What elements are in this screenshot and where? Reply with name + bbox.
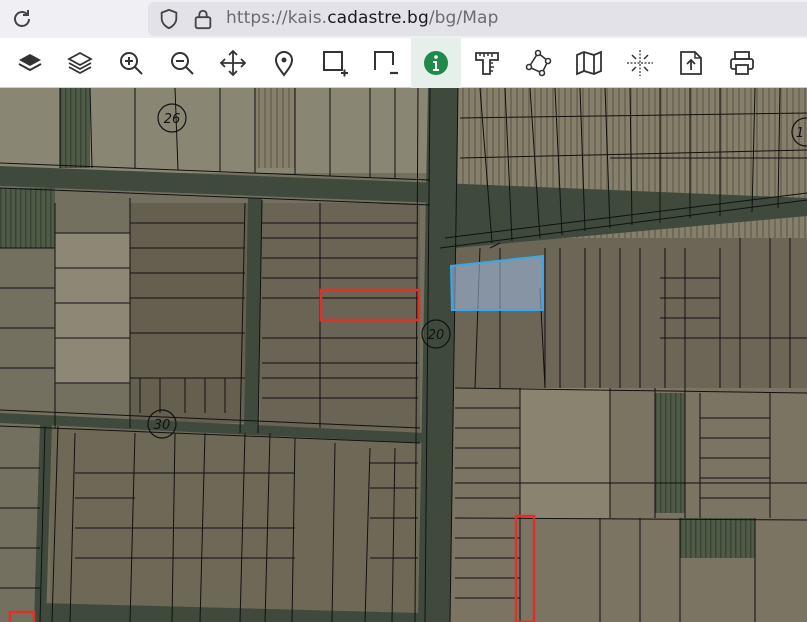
info-icon bbox=[424, 51, 448, 75]
field-light-se bbox=[520, 388, 610, 518]
field-green-strip-e bbox=[655, 393, 685, 513]
map-icon bbox=[576, 50, 602, 76]
field-green-se bbox=[680, 518, 755, 558]
layers-button[interactable] bbox=[55, 38, 105, 88]
print-button[interactable] bbox=[717, 38, 767, 88]
field-block-sw bbox=[50, 428, 420, 622]
url-host: cadastre.bg bbox=[327, 8, 429, 28]
pan-icon bbox=[219, 49, 247, 77]
map-canvas[interactable]: 26 20 30 1 bbox=[0, 88, 807, 622]
select-remove-button[interactable] bbox=[361, 38, 411, 88]
field-strip bbox=[255, 88, 295, 168]
location-pin-icon bbox=[274, 51, 294, 77]
map-toolbar bbox=[0, 38, 807, 88]
url-prefix: https://kais. bbox=[226, 8, 328, 28]
pan-button[interactable] bbox=[208, 38, 258, 88]
polygon-nodes-button[interactable] bbox=[513, 38, 563, 88]
field-block-light bbox=[55, 233, 130, 383]
export-button[interactable] bbox=[666, 38, 716, 88]
road-label-text: 1 bbox=[796, 126, 804, 141]
print-icon bbox=[730, 51, 754, 75]
select-add-icon bbox=[323, 51, 348, 77]
map-view-button[interactable] bbox=[564, 38, 614, 88]
base-layers-button[interactable] bbox=[5, 38, 55, 88]
coordinates-icon bbox=[627, 50, 653, 76]
export-icon bbox=[680, 51, 702, 75]
measure-icon bbox=[475, 52, 499, 75]
base-layers-icon bbox=[18, 54, 42, 72]
measure-button[interactable] bbox=[462, 38, 512, 88]
zoom-in-button[interactable] bbox=[106, 38, 156, 88]
field-block-se bbox=[450, 388, 807, 622]
selected-parcel[interactable] bbox=[449, 254, 544, 311]
field-block-green-w bbox=[0, 188, 55, 248]
road-label-text: 20 bbox=[428, 328, 445, 343]
cadastral-map[interactable]: 26 20 30 1 bbox=[0, 88, 807, 622]
url-path: /bg/Map bbox=[428, 8, 499, 28]
url-text[interactable]: https://kais.cadastre.bg/bg/Map bbox=[226, 8, 498, 28]
reload-icon[interactable] bbox=[10, 7, 34, 31]
layers-icon bbox=[67, 51, 93, 75]
field-block-center-w bbox=[130, 203, 250, 423]
info-button[interactable] bbox=[411, 38, 461, 88]
road-label-text: 30 bbox=[154, 418, 171, 433]
lock-icon[interactable] bbox=[192, 7, 214, 31]
shield-icon[interactable] bbox=[158, 8, 180, 30]
zoom-in-icon bbox=[120, 52, 143, 75]
browser-bar: https://kais.cadastre.bg/bg/Map bbox=[0, 0, 807, 38]
polygon-nodes-icon bbox=[525, 49, 552, 77]
coordinates-button[interactable] bbox=[615, 38, 665, 88]
zoom-out-button[interactable] bbox=[157, 38, 207, 88]
select-add-button[interactable] bbox=[310, 38, 360, 88]
location-button[interactable] bbox=[259, 38, 309, 88]
zoom-out-icon bbox=[171, 52, 194, 75]
field-strip-green bbox=[60, 88, 90, 168]
road-label-text: 26 bbox=[164, 112, 181, 127]
select-remove-icon bbox=[374, 51, 398, 75]
